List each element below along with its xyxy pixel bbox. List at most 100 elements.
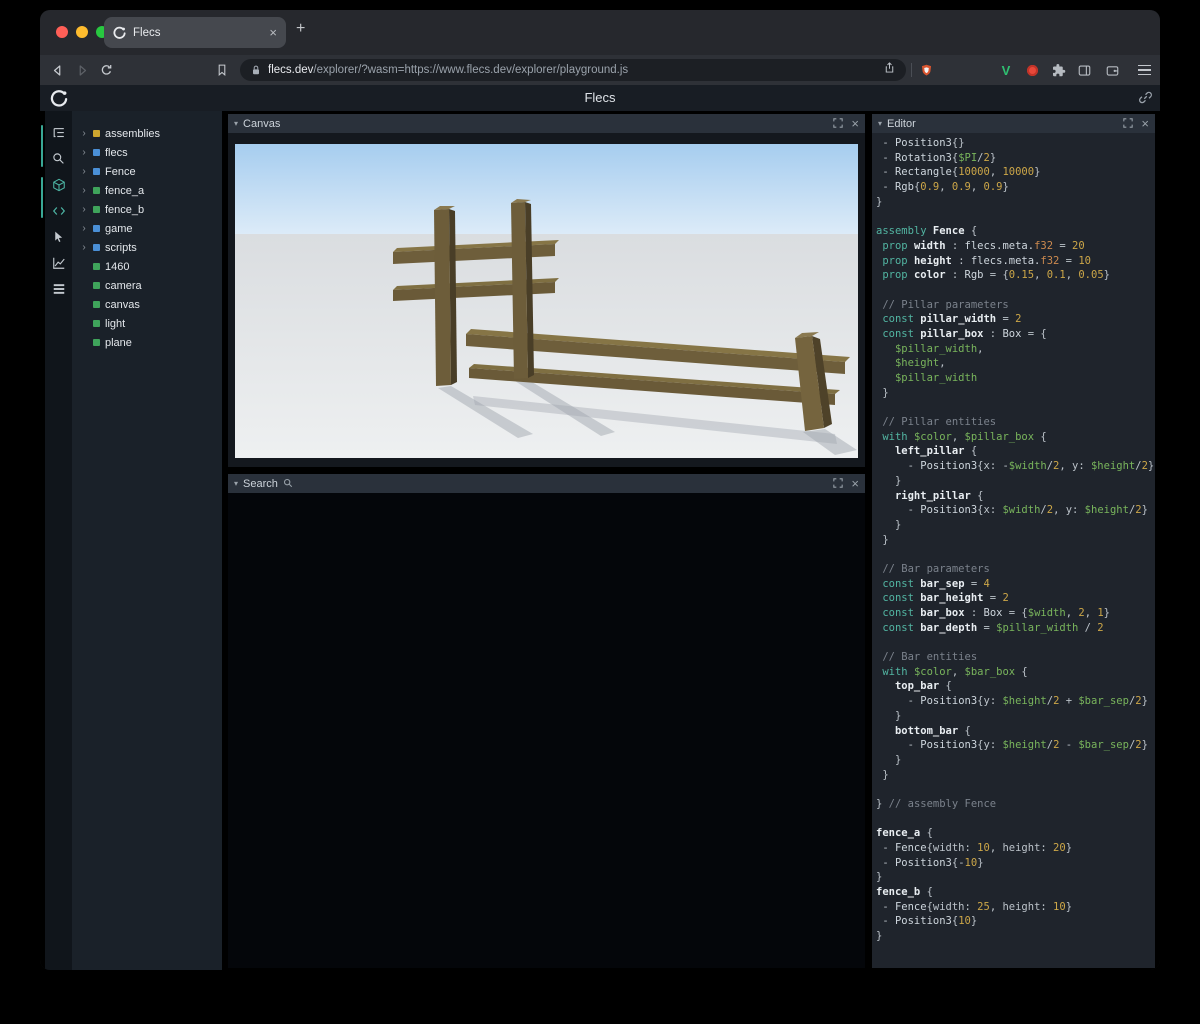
new-tab-button[interactable]: +	[296, 20, 305, 38]
entity-swatch	[93, 339, 100, 346]
chevron-right-icon[interactable]: ›	[80, 223, 88, 234]
chevron-right-icon[interactable]: ›	[80, 185, 88, 196]
entity-swatch	[93, 263, 100, 270]
code-line: $pillar_width	[894, 372, 978, 384]
chevron-right-icon[interactable]: ›	[80, 147, 88, 158]
reload-button[interactable]	[96, 60, 116, 80]
red-dot-extension-icon[interactable]	[1022, 60, 1042, 80]
v-extension-icon[interactable]: V	[996, 60, 1016, 80]
wallet-icon[interactable]	[1102, 60, 1122, 80]
menu-icon[interactable]	[1134, 60, 1154, 80]
url-bar[interactable]: flecs.dev/explorer/?wasm=https://www.fle…	[240, 59, 906, 81]
code-icon[interactable]	[51, 203, 66, 218]
fullscreen-icon[interactable]	[833, 115, 844, 133]
code-line: fence_a {	[876, 827, 933, 840]
code-line: // Bar parameters	[876, 562, 990, 575]
search-icon[interactable]	[51, 151, 66, 166]
module-swatch	[93, 168, 100, 175]
tree-item-label: light	[105, 317, 126, 330]
tree-item-1460[interactable]: 1460	[72, 257, 222, 276]
editor-panel-header[interactable]: ▾ Editor ×	[872, 114, 1155, 133]
code-line: // Bar entities	[876, 651, 978, 664]
code-line: with $color, $bar_box {	[882, 665, 1028, 678]
fullscreen-icon[interactable]	[1123, 115, 1134, 133]
sidebar-toggle-icon[interactable]	[1074, 60, 1094, 80]
tree-item-canvas[interactable]: canvas	[72, 295, 222, 314]
tree-item-Fence[interactable]: › Fence	[72, 162, 222, 181]
tree-item-fence_a[interactable]: › fence_a	[72, 181, 222, 200]
tree-item-assemblies[interactable]: › assemblies	[72, 124, 222, 143]
tree-item-label: camera	[105, 279, 142, 292]
code-line: prop width : flecs.meta.f32 = 20	[882, 239, 1085, 252]
code-line: right_pillar {	[894, 489, 984, 502]
flecs-favicon-icon	[113, 26, 126, 39]
memory-icon[interactable]	[51, 281, 66, 296]
entity-swatch	[93, 282, 100, 289]
chevron-down-icon[interactable]: ▾	[234, 119, 238, 128]
chevron-right-icon[interactable]: ›	[80, 128, 88, 139]
canvas-panel-header[interactable]: ▾ Canvas ×	[228, 114, 865, 133]
browser-tab[interactable]: Flecs ×	[104, 17, 286, 48]
code-line: // Pillar parameters	[876, 298, 1009, 311]
link-icon[interactable]	[1138, 90, 1154, 106]
tree-item-label: assemblies	[105, 127, 161, 140]
tree-item-game[interactable]: › game	[72, 219, 222, 238]
code-line: }	[876, 768, 889, 781]
chevron-right-icon[interactable]: ›	[80, 204, 88, 215]
tree-item-flecs[interactable]: › flecs	[72, 143, 222, 162]
entity-swatch	[93, 320, 100, 327]
chart-icon[interactable]	[51, 255, 66, 270]
chevron-right-icon[interactable]: ›	[80, 242, 88, 253]
3d-viewport[interactable]	[235, 144, 858, 458]
outline-tree-icon[interactable]	[51, 125, 66, 140]
bookmark-icon[interactable]	[212, 60, 232, 80]
code-line: with $color, $pillar_box {	[882, 430, 1047, 443]
close-icon[interactable]: ×	[851, 477, 859, 490]
code-line: prop color : Rgb = {0.15, 0.1, 0.05}	[882, 269, 1110, 282]
brave-shield-icon[interactable]	[916, 60, 936, 80]
chevron-down-icon[interactable]: ▾	[234, 479, 238, 488]
entity-swatch	[93, 301, 100, 308]
chevron-right-icon[interactable]: ›	[80, 166, 88, 177]
search-panel-header[interactable]: ▾ Search ×	[228, 474, 865, 493]
main-area: › assemblies › flecs › Fence › fence_a › fence_b ›…	[40, 111, 1160, 970]
editor-code[interactable]: - Position3{} - Rotation3{$PI/2} - Recta…	[872, 133, 1155, 968]
minimize-window-button[interactable]	[76, 26, 88, 38]
code-line: const bar_height = 2	[882, 592, 1009, 605]
share-icon[interactable]	[883, 61, 896, 79]
search-panel-body	[228, 493, 865, 968]
code-line: - Position3{y: $height/2 - $bar_sep/2}	[876, 739, 1148, 752]
code-line: const bar_box : Box = {$width, 2, 1}	[882, 607, 1110, 619]
screen: Flecs × + flecs.dev/explorer/?wasm=https…	[0, 0, 1200, 1024]
active-indicator	[41, 125, 43, 167]
close-icon[interactable]: ×	[851, 117, 859, 130]
back-button[interactable]	[47, 60, 67, 80]
fullscreen-icon[interactable]	[833, 475, 844, 493]
page-title: Flecs	[584, 90, 616, 105]
chevron-down-icon[interactable]: ▾	[878, 119, 882, 128]
traffic-lights	[56, 26, 108, 38]
tree-item-plane[interactable]: plane	[72, 333, 222, 352]
tab-close-icon[interactable]: ×	[269, 26, 277, 39]
cursor-icon[interactable]	[51, 229, 66, 244]
tree-item-camera[interactable]: camera	[72, 276, 222, 295]
close-window-button[interactable]	[56, 26, 68, 38]
tree-item-scripts[interactable]: › scripts	[72, 238, 222, 257]
cube-icon[interactable]	[51, 177, 66, 192]
code-line: prop height : flecs.meta.f32 = 10	[882, 254, 1091, 267]
forward-button[interactable]	[72, 60, 92, 80]
code-line: - Rotation3{$PI/2}	[876, 151, 997, 164]
tree-item-fence_b[interactable]: › fence_b	[72, 200, 222, 219]
code-line: - Position3{x: $width/2, y: $height/2}	[876, 504, 1148, 517]
tree-item-label: canvas	[105, 298, 140, 311]
close-icon[interactable]: ×	[1141, 117, 1149, 130]
extensions-puzzle-icon[interactable]	[1048, 60, 1068, 80]
code-line: }	[876, 474, 902, 487]
code-line: - Fence{width: 10, height: 20}	[876, 842, 1073, 854]
code-line: }	[876, 871, 883, 884]
browser-toolbar: flecs.dev/explorer/?wasm=https://www.fle…	[40, 55, 1160, 85]
tree-item-light[interactable]: light	[72, 314, 222, 333]
sidebar-icon-strip	[45, 111, 72, 970]
